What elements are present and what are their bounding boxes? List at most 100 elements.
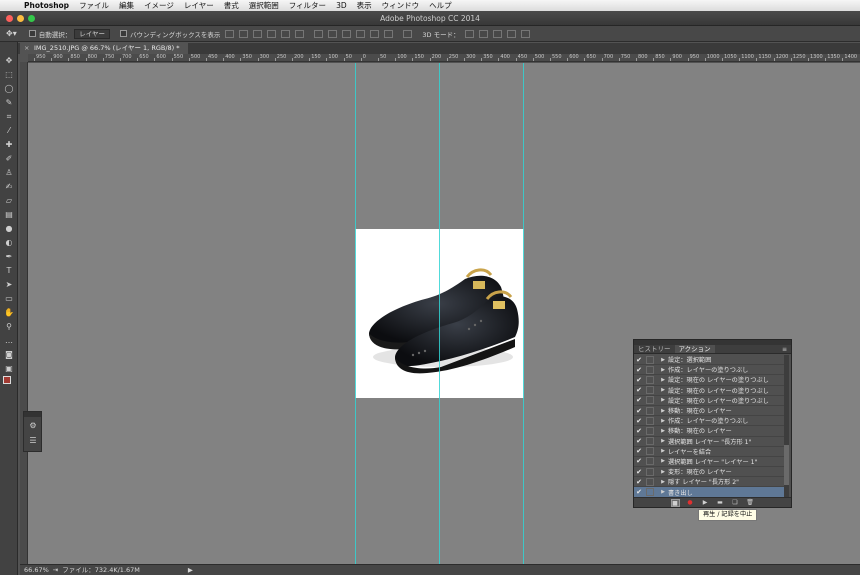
new-action-button[interactable]: ❏ bbox=[731, 499, 740, 507]
auto-select-option[interactable]: 自動選択： レイヤー bbox=[28, 28, 111, 39]
check-icon[interactable]: ✔ bbox=[634, 427, 644, 435]
3d-slide-icon[interactable] bbox=[506, 29, 516, 38]
auto-select-checkbox[interactable] bbox=[28, 30, 36, 37]
menu-3d[interactable]: 3D bbox=[336, 1, 347, 10]
status-menu-arrow-icon[interactable]: ▶ bbox=[188, 565, 193, 575]
bounding-box-option[interactable]: バウンディングボックスを表示 bbox=[120, 29, 220, 39]
action-row[interactable]: ✔ ▶ 変形：現在の レイヤー bbox=[634, 467, 785, 478]
expand-triangle-icon[interactable]: ▶ bbox=[658, 489, 668, 495]
check-icon[interactable]: ✔ bbox=[634, 437, 644, 445]
align-bottom-icon[interactable] bbox=[253, 29, 263, 38]
healing-brush-tool-icon[interactable]: ✚ bbox=[4, 140, 14, 150]
check-icon[interactable]: ✔ bbox=[634, 417, 644, 425]
action-row[interactable]: ✔ ▶ 選択範囲 レイヤー "レイヤー 1" bbox=[634, 457, 785, 468]
delete-button[interactable]: 🗑 bbox=[746, 499, 755, 507]
menu-view[interactable]: 表示 bbox=[357, 0, 372, 11]
expand-triangle-icon[interactable]: ▶ bbox=[658, 438, 668, 444]
menu-edit[interactable]: 編集 bbox=[119, 0, 134, 11]
gradient-tool-icon[interactable]: ▤ bbox=[4, 210, 14, 220]
clone-stamp-tool-icon[interactable]: ♙ bbox=[4, 168, 14, 178]
dialog-toggle[interactable] bbox=[646, 488, 654, 497]
expand-triangle-icon[interactable]: ▶ bbox=[658, 448, 668, 454]
panel-scrollbar[interactable] bbox=[784, 355, 789, 498]
menu-type[interactable]: 書式 bbox=[224, 0, 239, 11]
menu-file[interactable]: ファイル bbox=[79, 0, 109, 11]
menu-select[interactable]: 選択範囲 bbox=[249, 0, 279, 11]
expand-triangle-icon[interactable]: ▶ bbox=[658, 397, 668, 403]
tab-actions[interactable]: アクション bbox=[674, 345, 715, 353]
hand-tool-icon[interactable]: ✋ bbox=[4, 308, 14, 318]
expand-triangle-icon[interactable]: ▶ bbox=[658, 428, 668, 434]
dialog-toggle[interactable] bbox=[646, 477, 654, 486]
mini-panel-header[interactable] bbox=[24, 412, 41, 417]
bounding-box-checkbox[interactable] bbox=[120, 30, 128, 37]
align-hcenter-icon[interactable] bbox=[281, 29, 291, 38]
distribute-vcenter-icon[interactable] bbox=[328, 29, 338, 38]
dialog-toggle[interactable] bbox=[646, 365, 654, 374]
quick-select-tool-icon[interactable]: ✎ bbox=[4, 98, 14, 108]
pen-tool-icon[interactable]: ✒ bbox=[4, 252, 14, 262]
expand-triangle-icon[interactable]: ▶ bbox=[658, 408, 668, 414]
expand-triangle-icon[interactable]: ▶ bbox=[658, 357, 668, 363]
type-tool-icon[interactable]: T bbox=[4, 266, 14, 276]
check-icon[interactable]: ✔ bbox=[634, 386, 644, 394]
dialog-toggle[interactable] bbox=[646, 457, 654, 466]
align-left-icon[interactable] bbox=[267, 29, 277, 38]
properties-icon[interactable]: ☰ bbox=[28, 436, 38, 446]
dialog-toggle[interactable] bbox=[646, 416, 654, 425]
stop-button[interactable]: ■ bbox=[670, 498, 680, 507]
zoom-level[interactable]: 66.67% bbox=[24, 565, 49, 575]
close-tab-icon[interactable]: × bbox=[24, 43, 29, 54]
blur-tool-icon[interactable]: ● bbox=[4, 224, 14, 234]
panel-menu-icon[interactable]: ≡ bbox=[782, 346, 787, 353]
distribute-left-icon[interactable] bbox=[356, 29, 366, 38]
check-icon[interactable]: ✔ bbox=[634, 478, 644, 486]
play-button[interactable]: ▶ bbox=[701, 499, 710, 507]
dialog-toggle[interactable] bbox=[646, 426, 654, 435]
action-row[interactable]: ✔ ▶ 設定：現在の レイヤーの塗りつぶし bbox=[634, 375, 785, 386]
scrollbar-thumb[interactable] bbox=[784, 445, 789, 485]
dialog-toggle[interactable] bbox=[646, 467, 654, 476]
export-icon[interactable]: ⇥ bbox=[53, 565, 58, 575]
dialog-toggle[interactable] bbox=[646, 447, 654, 456]
check-icon[interactable]: ✔ bbox=[634, 407, 644, 415]
eraser-tool-icon[interactable]: ▱ bbox=[4, 196, 14, 206]
auto-select-dropdown[interactable]: レイヤー bbox=[74, 28, 111, 39]
check-icon[interactable]: ✔ bbox=[634, 457, 644, 465]
document-tab[interactable]: × IMG_2510.JPG @ 66.7% (レイヤー 1, RGB/8) * bbox=[20, 43, 188, 54]
action-row[interactable]: ✔ ▶ 選択範囲 レイヤー "長方形 1" bbox=[634, 437, 785, 447]
new-set-button[interactable]: ▬ bbox=[716, 499, 725, 507]
rectangle-tool-icon[interactable]: ▭ bbox=[4, 294, 14, 304]
app-menu[interactable]: Photoshop bbox=[24, 1, 69, 10]
action-row[interactable]: ✔ ▶ 設定：選択範囲 bbox=[634, 355, 785, 366]
expand-triangle-icon[interactable]: ▶ bbox=[658, 469, 668, 475]
action-row[interactable]: ✔ ▶ 設定：現在の レイヤーの塗りつぶし bbox=[634, 396, 785, 406]
brush-tool-icon[interactable]: ✐ bbox=[4, 154, 14, 164]
check-icon[interactable]: ✔ bbox=[634, 396, 644, 404]
expand-triangle-icon[interactable]: ▶ bbox=[658, 367, 668, 373]
3d-roll-icon[interactable] bbox=[478, 29, 488, 38]
menu-help[interactable]: ヘルプ bbox=[429, 0, 452, 11]
dialog-toggle[interactable] bbox=[646, 375, 654, 384]
action-row[interactable]: ✔ ▶ 作成：レイヤーの塗りつぶし bbox=[634, 365, 785, 376]
expand-triangle-icon[interactable]: ▶ bbox=[658, 458, 668, 464]
extra-tools-icon[interactable]: … bbox=[4, 336, 14, 346]
dialog-toggle[interactable] bbox=[646, 396, 654, 405]
dialog-toggle[interactable] bbox=[646, 355, 654, 364]
guide-line-center[interactable] bbox=[439, 63, 440, 564]
menu-filter[interactable]: フィルター bbox=[289, 0, 326, 11]
action-row[interactable]: ✔ ▶ 隠す レイヤー "長方形 2" bbox=[634, 477, 785, 488]
auto-align-icon[interactable] bbox=[403, 29, 413, 38]
dialog-toggle[interactable] bbox=[646, 386, 654, 395]
history-brush-tool-icon[interactable]: ✍ bbox=[4, 182, 14, 192]
dialog-toggle[interactable] bbox=[646, 406, 654, 415]
expand-triangle-icon[interactable]: ▶ bbox=[658, 387, 668, 393]
menu-layer[interactable]: レイヤー bbox=[184, 0, 214, 11]
action-row[interactable]: ✔ ▶ 作成：レイヤーの塗りつぶし bbox=[634, 416, 785, 427]
path-select-tool-icon[interactable]: ➤ bbox=[4, 280, 14, 290]
adjustments-icon[interactable]: ⚙ bbox=[28, 421, 38, 431]
expand-triangle-icon[interactable]: ▶ bbox=[658, 377, 668, 383]
screen-mode-icon[interactable]: ▣ bbox=[4, 364, 14, 374]
quick-mask-icon[interactable]: ◙ bbox=[4, 350, 14, 360]
lasso-tool-icon[interactable]: ◯ bbox=[4, 84, 14, 94]
